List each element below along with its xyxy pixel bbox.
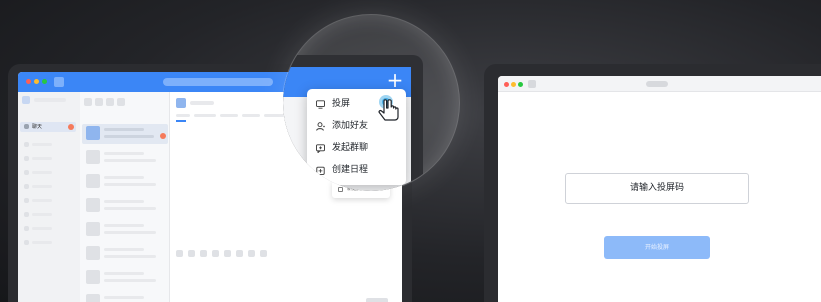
pointer-hand-icon bbox=[378, 95, 399, 121]
toolbar-icon[interactable] bbox=[260, 250, 267, 257]
toolbar-icon[interactable] bbox=[200, 250, 207, 257]
app-logo-icon bbox=[54, 77, 64, 87]
chat-icon bbox=[24, 124, 29, 129]
magnifier-lens: + 投屏 添加好友 发起群聊 创建日程 bbox=[282, 14, 460, 192]
unread-badge bbox=[68, 124, 74, 130]
nav-item-chat-label: 聊天 bbox=[32, 124, 43, 130]
nav-sidebar: 聊天 bbox=[18, 92, 80, 302]
menu-item-group-chat-label: 发起群聊 bbox=[332, 143, 369, 153]
screen-icon bbox=[316, 99, 325, 109]
conversation-list bbox=[80, 92, 170, 302]
filter-icon[interactable] bbox=[84, 98, 92, 106]
send-button[interactable] bbox=[366, 298, 388, 302]
chat-title-placeholder bbox=[190, 101, 214, 105]
tab-icon[interactable] bbox=[117, 98, 125, 106]
tab[interactable] bbox=[194, 114, 216, 117]
maximize-window-button[interactable] bbox=[42, 79, 47, 84]
avatar bbox=[86, 126, 100, 140]
cast-code-input[interactable]: 请输入投屏码 bbox=[565, 173, 749, 204]
avatar[interactable] bbox=[22, 96, 30, 104]
calendar-icon bbox=[316, 166, 325, 175]
toolbar-icon[interactable] bbox=[212, 250, 219, 257]
toolbar-icon[interactable] bbox=[188, 250, 195, 257]
menu-item-cast-screen-label: 投屏 bbox=[332, 99, 351, 109]
tab[interactable] bbox=[220, 114, 238, 117]
toolbar-icon[interactable] bbox=[248, 250, 255, 257]
avatar bbox=[176, 98, 186, 108]
minimize-window-button[interactable] bbox=[511, 82, 516, 87]
menu-item-create-event-label: 创建日程 bbox=[332, 165, 369, 175]
unread-badge bbox=[160, 133, 166, 139]
window-title-placeholder bbox=[646, 81, 668, 87]
search-bar[interactable] bbox=[163, 78, 273, 86]
tab[interactable] bbox=[242, 114, 260, 117]
tab-icon[interactable] bbox=[106, 98, 114, 106]
tab-messages[interactable] bbox=[176, 114, 190, 117]
tab-indicator bbox=[176, 120, 186, 122]
menu-item-add-friend-label: 添加好友 bbox=[332, 121, 369, 131]
close-window-button[interactable] bbox=[504, 82, 509, 87]
start-cast-button[interactable]: 开始投屏 bbox=[604, 236, 710, 259]
toolbar-icon[interactable] bbox=[236, 250, 243, 257]
right-app-window: 请输入投屏码 开始投屏 bbox=[498, 76, 821, 302]
tab-icon[interactable] bbox=[95, 98, 103, 106]
maximize-window-button[interactable] bbox=[518, 82, 523, 87]
menu-item-group-chat[interactable]: 发起群聊 bbox=[307, 137, 406, 159]
add-friend-icon bbox=[316, 121, 325, 131]
user-name-placeholder bbox=[34, 98, 66, 102]
toolbar-icon[interactable] bbox=[176, 250, 183, 257]
group-chat-icon bbox=[316, 143, 325, 153]
minimize-window-button[interactable] bbox=[34, 79, 39, 84]
right-titlebar bbox=[498, 76, 821, 92]
menu-item-create-event[interactable]: 创建日程 bbox=[307, 159, 406, 181]
app-logo-icon bbox=[528, 80, 536, 88]
toolbar-icon[interactable] bbox=[224, 250, 231, 257]
close-window-button[interactable] bbox=[26, 79, 31, 84]
